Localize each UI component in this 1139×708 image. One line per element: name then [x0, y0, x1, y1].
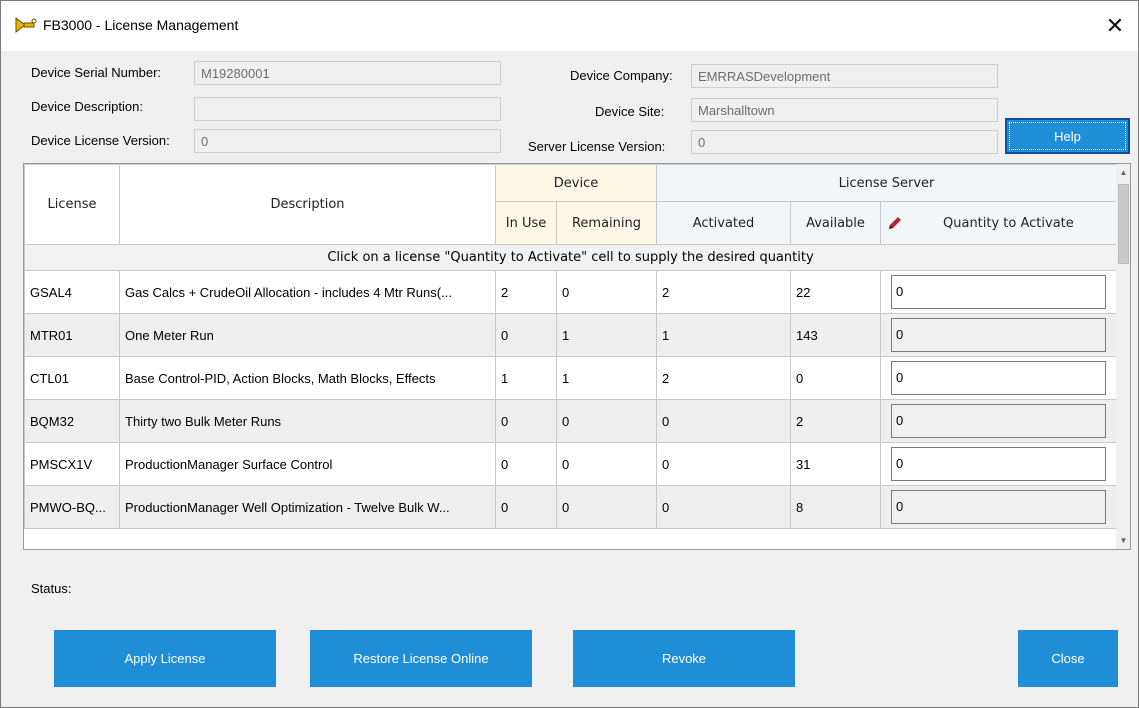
cell-activated: 2 — [656, 356, 791, 400]
device-serial-label: Device Serial Number: — [31, 65, 162, 80]
revoke-button[interactable]: Revoke — [573, 630, 795, 687]
restore-license-online-button[interactable]: Restore License Online — [310, 630, 532, 687]
server-license-version-label: Server License Version: — [528, 139, 666, 154]
server-license-version-field: 0 — [691, 130, 998, 154]
cell-quantity: 0 — [879, 356, 1118, 400]
quantity-input[interactable]: 0 — [891, 447, 1107, 481]
title-bar: FB3000 - License Management ✕ — [1, 1, 1138, 51]
quantity-input[interactable]: 0 — [891, 361, 1107, 395]
cell-activated: 1 — [656, 313, 791, 357]
device-company-field: EMRRASDevelopment — [691, 64, 998, 88]
table-row[interactable]: PMWO-BQ... ProductionManager Well Optimi… — [24, 485, 1118, 529]
cell-available: 2 — [790, 399, 881, 443]
cell-activated: 0 — [656, 399, 791, 443]
table-row[interactable]: CTL01 Base Control-PID, Action Blocks, M… — [24, 356, 1118, 400]
cell-license: BQM32 — [24, 399, 120, 443]
column-header-available[interactable]: Available — [790, 201, 881, 245]
quantity-input[interactable]: 0 — [891, 318, 1107, 352]
column-header-license[interactable]: License — [24, 164, 120, 245]
cell-license: CTL01 — [24, 356, 120, 400]
table-row[interactable]: GSAL4 Gas Calcs + CrudeOil Allocation - … — [24, 270, 1118, 314]
cell-available: 31 — [790, 442, 881, 486]
cell-in-use: 0 — [495, 485, 557, 529]
table-row[interactable]: BQM32 Thirty two Bulk Meter Runs 0 0 0 2… — [24, 399, 1118, 443]
cell-remaining: 1 — [556, 356, 657, 400]
cell-license: MTR01 — [24, 313, 120, 357]
quantity-input[interactable]: 0 — [891, 275, 1107, 309]
cell-activated: 0 — [656, 485, 791, 529]
cell-license: PMSCX1V — [24, 442, 120, 486]
cell-in-use: 0 — [495, 442, 557, 486]
device-license-version-field: 0 — [194, 129, 501, 153]
close-button[interactable]: Close — [1018, 630, 1118, 687]
cell-quantity: 0 — [879, 442, 1118, 486]
cell-in-use: 0 — [495, 399, 557, 443]
window-title: FB3000 - License Management — [43, 17, 239, 33]
cell-description: One Meter Run — [119, 313, 496, 357]
license-grid: License Description Device License Serve… — [23, 163, 1131, 550]
column-header-description[interactable]: Description — [119, 164, 496, 245]
cell-quantity: 0 — [879, 313, 1118, 357]
quantity-header-label: Quantity to Activate — [943, 215, 1074, 231]
cell-license: PMWO-BQ... — [24, 485, 120, 529]
scroll-down-icon[interactable]: ▼ — [1116, 532, 1130, 549]
cell-in-use: 2 — [495, 270, 557, 314]
column-header-activated[interactable]: Activated — [656, 201, 791, 245]
column-header-in-use[interactable]: In Use — [495, 201, 557, 245]
cell-description: ProductionManager Well Optimization - Tw… — [119, 485, 496, 529]
device-company-label: Device Company: — [570, 68, 673, 83]
instruction-banner: Click on a license "Quantity to Activate… — [24, 244, 1118, 271]
quantity-input[interactable]: 0 — [891, 490, 1107, 524]
group-header-license-server: License Server — [655, 164, 1118, 202]
cell-in-use: 0 — [495, 313, 557, 357]
table-row[interactable]: MTR01 One Meter Run 0 1 1 143 0 — [24, 313, 1118, 357]
apply-license-button[interactable]: Apply License — [54, 630, 276, 687]
column-header-quantity[interactable]: Quantity to Activate — [879, 201, 1118, 245]
cell-remaining: 1 — [556, 313, 657, 357]
license-management-window: FB3000 - License Management ✕ Device Ser… — [0, 0, 1139, 708]
device-description-field — [194, 97, 501, 121]
cell-description: Thirty two Bulk Meter Runs — [119, 399, 496, 443]
vertical-scrollbar[interactable]: ▲ ▼ — [1116, 164, 1130, 549]
table-row[interactable]: PMSCX1V ProductionManager Surface Contro… — [24, 442, 1118, 486]
column-header-remaining[interactable]: Remaining — [556, 201, 657, 245]
device-license-version-label: Device License Version: — [31, 133, 170, 148]
cell-description: Gas Calcs + CrudeOil Allocation - includ… — [119, 270, 496, 314]
cell-description: ProductionManager Surface Control — [119, 442, 496, 486]
status-label: Status: — [31, 581, 72, 596]
cell-quantity: 0 — [879, 485, 1118, 529]
device-description-label: Device Description: — [31, 99, 143, 114]
cell-available: 8 — [790, 485, 881, 529]
device-site-field: Marshalltown — [691, 98, 998, 122]
scroll-up-icon[interactable]: ▲ — [1116, 164, 1130, 181]
cell-quantity: 0 — [879, 399, 1118, 443]
quantity-input[interactable]: 0 — [891, 404, 1107, 438]
cell-activated: 0 — [656, 442, 791, 486]
cell-description: Base Control-PID, Action Blocks, Math Bl… — [119, 356, 496, 400]
cell-remaining: 0 — [556, 442, 657, 486]
cell-available: 22 — [790, 270, 881, 314]
cell-remaining: 0 — [556, 270, 657, 314]
cell-available: 0 — [790, 356, 881, 400]
cell-in-use: 1 — [495, 356, 557, 400]
cell-activated: 2 — [656, 270, 791, 314]
license-table: License Description Device License Serve… — [24, 164, 1118, 529]
cell-remaining: 0 — [556, 399, 657, 443]
cell-quantity: 0 — [879, 270, 1118, 314]
group-header-device: Device — [495, 164, 657, 202]
cell-remaining: 0 — [556, 485, 657, 529]
cell-available: 143 — [790, 313, 881, 357]
pencil-icon — [889, 217, 901, 229]
app-icon — [15, 16, 37, 34]
close-icon[interactable]: ✕ — [1092, 1, 1138, 51]
cell-license: GSAL4 — [24, 270, 120, 314]
scrollbar-thumb[interactable] — [1118, 184, 1129, 264]
device-site-label: Device Site: — [595, 104, 665, 119]
help-button[interactable]: Help — [1005, 118, 1130, 154]
device-serial-field: M19280001 — [194, 61, 501, 85]
